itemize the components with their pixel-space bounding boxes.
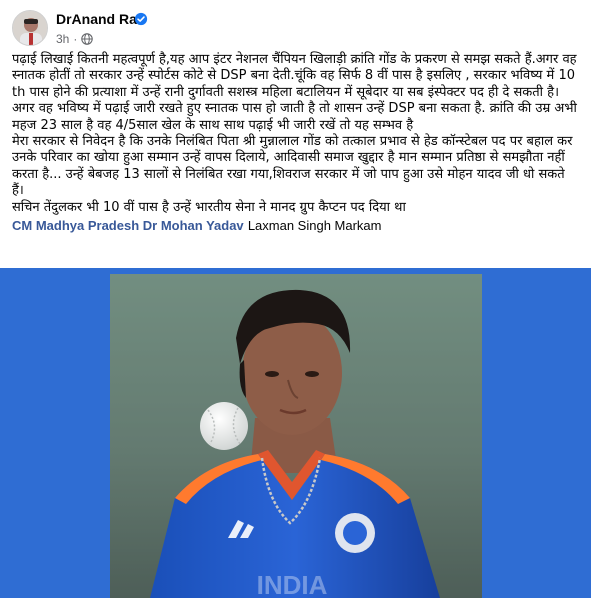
post-header: DrAnand Rai 3h · [12, 8, 572, 52]
post-photo[interactable]: INDIA [0, 268, 591, 598]
post-timestamp[interactable]: 3h [56, 32, 69, 46]
jersey-text: INDIA [257, 570, 328, 598]
tagged-person[interactable]: Laxman Singh Markam [248, 218, 382, 233]
post-paragraph: सचिन तेंदुलकर भी 10 वीं पास है उन्हें भा… [12, 199, 406, 215]
cricketer-photo: INDIA [0, 268, 591, 598]
post-paragraph: पढ़ाई लिखाई कितनी महत्वपूर्ण है,यह आप इं… [12, 52, 577, 100]
post-meta: 3h · [56, 32, 94, 46]
post-body: पढ़ाई लिखाई कितनी महत्वपूर्ण है,यह आप इं… [12, 52, 578, 235]
post-paragraph: मेरा सरकार से निवेदन है कि उनके निलंबित … [12, 134, 573, 199]
post-tags: CM Madhya Pradesh Dr Mohan Yadav Laxman … [12, 218, 578, 235]
globe-icon[interactable] [81, 33, 94, 45]
facebook-post: DrAnand Rai 3h · पढ़ाई लिखाई कितनी महत्व… [0, 0, 591, 598]
meta-separator: · [73, 32, 78, 46]
author-avatar[interactable] [12, 10, 48, 46]
tagged-page-link[interactable]: CM Madhya Pradesh Dr Mohan Yadav [12, 218, 244, 233]
post-paragraph: अगर वह भविष्य में पढ़ाई जारी रखते हुए स्… [12, 101, 577, 133]
author-name[interactable]: DrAnand Rai [56, 11, 141, 27]
verified-badge-icon [134, 12, 148, 26]
